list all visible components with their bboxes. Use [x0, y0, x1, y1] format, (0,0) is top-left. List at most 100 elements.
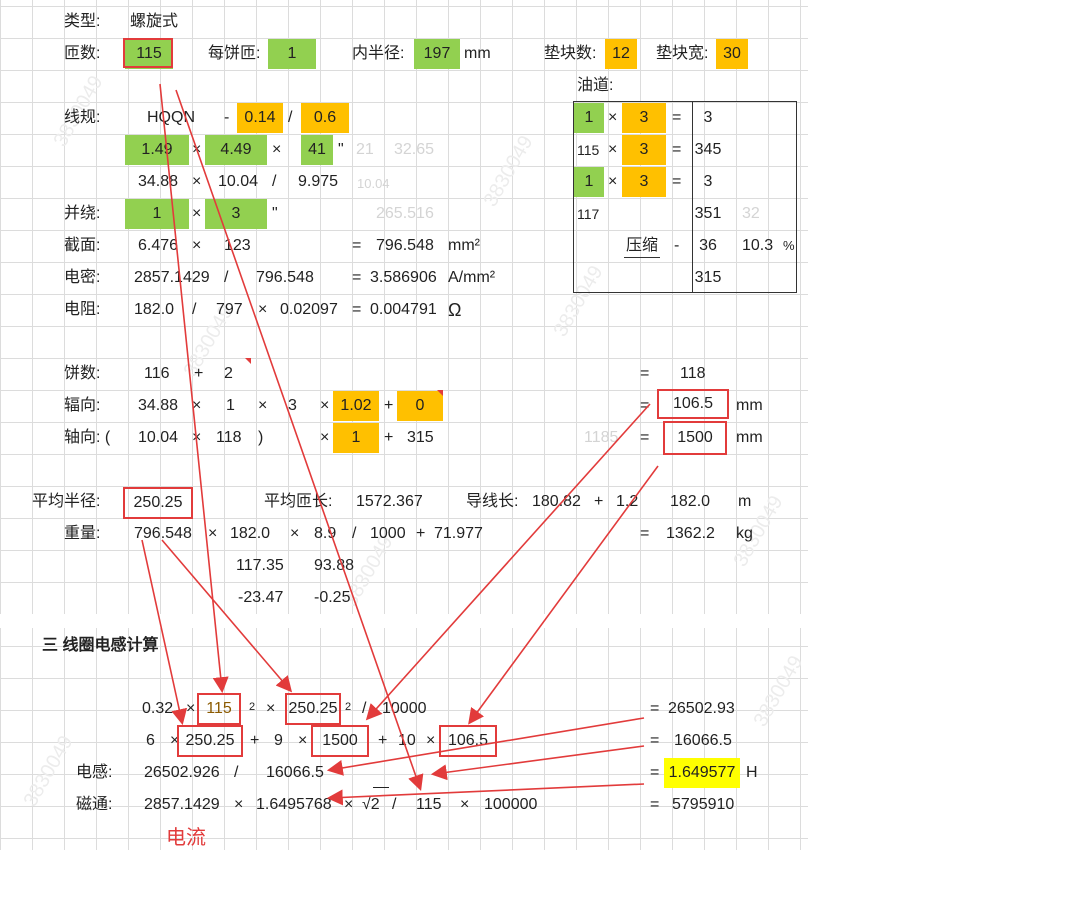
resistance-result: 0.004791	[370, 301, 437, 318]
wire-value-2[interactable]: 0.6	[301, 103, 349, 133]
inductance-result[interactable]: 1.649577	[664, 758, 740, 788]
oil-r1-b[interactable]: 3	[622, 103, 666, 133]
section-gap	[0, 614, 808, 628]
axial-b: 118	[216, 429, 242, 446]
wire-row2-c[interactable]: 41	[301, 135, 333, 165]
calc1-eq: =	[650, 700, 660, 717]
oil-r5-op: -	[674, 237, 680, 254]
oil-r2-b[interactable]: 3	[622, 135, 666, 165]
wire-row2-b[interactable]: 4.49	[205, 135, 267, 165]
oil-label: 油道:	[577, 77, 614, 94]
per-cake-label: 每饼匝:	[208, 45, 261, 62]
radial-factor[interactable]: 1.02	[333, 391, 379, 421]
wire-type[interactable]: HQQN	[145, 103, 197, 133]
wire-length-result: 182.0	[670, 493, 711, 510]
calc2-radius[interactable]: 250.25	[177, 725, 243, 757]
avg-radius-value[interactable]: 250.25	[123, 487, 193, 519]
type-value[interactable]: 螺旋式	[128, 7, 180, 37]
calc2-result: 16066.5	[674, 732, 732, 749]
resistance-b: 797	[216, 301, 243, 318]
inductance-unit: H	[746, 764, 758, 781]
resistance-a: 182.0	[134, 301, 175, 318]
per-cake-value[interactable]: 1	[268, 39, 316, 69]
axial-op1: ×	[192, 429, 202, 446]
cakes-a: 116	[144, 365, 170, 382]
oil-r1-a[interactable]: 1	[574, 103, 604, 133]
sqrt-overline	[373, 787, 389, 788]
oil-r1-op: ×	[608, 109, 618, 126]
section-a: 6.476	[138, 237, 179, 254]
wire-row3-c[interactable]: 9.975	[296, 167, 340, 197]
oil-r2-op: ×	[608, 141, 618, 158]
resistance-label: 电阻:	[64, 301, 101, 318]
flux-result: 5795910	[672, 796, 735, 813]
wire-row2-a[interactable]: 1.49	[125, 135, 189, 165]
current-note: 电流	[166, 825, 206, 849]
comment-marker[interactable]	[245, 358, 251, 364]
calc2-radial[interactable]: 106.5	[439, 725, 497, 757]
spacer-width-value[interactable]: 30	[716, 39, 748, 69]
wire-row3-b[interactable]: 10.04	[216, 167, 260, 197]
axial-factor[interactable]: 1	[333, 423, 379, 453]
wire-value-1[interactable]: 0.14	[237, 103, 283, 133]
oil-r1-result: 3	[703, 109, 713, 126]
oil-compress-label: 压缩	[624, 231, 661, 258]
resistance-c: 0.02097	[280, 301, 338, 318]
calc1-result: 26502.93	[668, 700, 735, 717]
oil-r3-b[interactable]: 3	[622, 167, 666, 197]
parallel-a[interactable]: 1	[125, 199, 189, 229]
oil-r3-a[interactable]: 1	[574, 167, 604, 197]
cakes-op: +	[194, 365, 204, 382]
wire-row3-a[interactable]: 34.88	[136, 167, 180, 197]
spacer-count-value[interactable]: 12	[605, 39, 637, 69]
flux-op1: ×	[234, 796, 244, 813]
resistance-op1: /	[192, 301, 197, 318]
oil-r3-eq: =	[672, 173, 682, 190]
flux-sqrt: √2	[362, 796, 380, 813]
radial-result[interactable]: 106.5	[657, 389, 729, 419]
calc2-axial[interactable]: 1500	[311, 725, 369, 757]
current-density-a: 2857.1429	[134, 269, 210, 286]
oil-r2-result: 345	[694, 141, 722, 158]
avg-turn-label: 平均匝长:	[264, 493, 333, 510]
calc1-turns[interactable]: 115	[197, 693, 241, 725]
extra2-b: -0.25	[314, 589, 351, 606]
inductance-b: 16066.5	[266, 764, 324, 781]
oil-r2-a[interactable]: 115	[575, 135, 601, 165]
resistance-unit: Ω	[448, 300, 462, 320]
oil-r5-c: 10.3	[742, 237, 774, 254]
wire-row2-op1: ×	[192, 141, 202, 158]
weight-eq: =	[640, 525, 650, 542]
inner-radius-value[interactable]: 197	[414, 39, 460, 69]
weight-op2: ×	[290, 525, 300, 542]
parallel-label: 并绕:	[64, 205, 101, 222]
calc1-op2: ×	[266, 700, 276, 717]
current-density-eq: =	[352, 269, 362, 286]
axial-result[interactable]: 1500	[663, 421, 727, 455]
axial-eq: =	[640, 429, 650, 446]
flux-label: 磁通:	[76, 796, 113, 813]
extra1-a: 117.35	[236, 557, 284, 574]
flux-a: 2857.1429	[144, 796, 220, 813]
calc2-op5: ×	[426, 732, 436, 749]
cakes-b[interactable]: 2	[222, 359, 235, 389]
comment-marker[interactable]	[437, 390, 443, 396]
weight-label: 重量:	[64, 525, 101, 542]
inductance-op: /	[234, 764, 239, 781]
radial-eq: =	[640, 397, 650, 414]
calc2-op4: +	[378, 732, 388, 749]
inductance-a: 26502.926	[144, 764, 220, 781]
wire-row3-d: 10.04	[357, 176, 390, 191]
section3-title: 三 线圈电感计算	[42, 637, 159, 654]
weight-result: 1362.2	[666, 525, 715, 542]
weight-unit: kg	[736, 525, 753, 542]
parallel-b[interactable]: 3	[205, 199, 267, 229]
section-label: 截面:	[64, 237, 101, 254]
oil-r6: 315	[694, 269, 722, 286]
oil-r2-eq: =	[672, 141, 682, 158]
axial-faint: 1185	[584, 429, 619, 446]
current-density-op: /	[224, 269, 229, 286]
section-b: 123	[224, 237, 251, 254]
cakes-result: 118	[680, 365, 706, 382]
calc1-radius[interactable]: 250.25	[285, 693, 341, 725]
